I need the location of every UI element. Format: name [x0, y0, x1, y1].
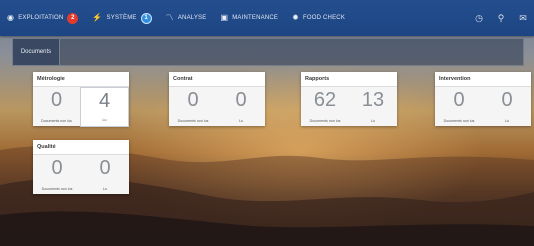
nav-exploitation[interactable]: ◉ EXPLOITATION 2	[0, 0, 85, 36]
card-contrat[interactable]: Contrat 0 Documents non lus 0 Lu	[169, 72, 265, 126]
card-title: Métrologie	[33, 72, 129, 87]
monitor-icon: ▣	[220, 13, 229, 22]
read-count: 13	[361, 89, 385, 111]
read-count: 0	[99, 157, 111, 179]
navbar-right-actions: ◷ ⚲ ✉	[468, 0, 534, 36]
read-label: Lu	[103, 187, 107, 191]
read-label: Lu	[505, 119, 509, 123]
card-metrologie[interactable]: Métrologie 0 Documents non lus 4 Lu	[33, 72, 129, 127]
nav-maintenance-label: MAINTENANCE	[232, 15, 279, 21]
unread-label: Documents non lus	[443, 119, 475, 123]
nav-systeme-label: SYSTÈME	[106, 15, 137, 21]
read-count-cell[interactable]: 0 Lu	[217, 87, 265, 127]
gear-icon: ✹	[292, 13, 300, 22]
nav-systeme[interactable]: ⚡ SYSTÈME 1	[85, 0, 158, 36]
tab-documents[interactable]: Documents	[13, 39, 60, 65]
top-navbar: ◉ EXPLOITATION 2 ⚡ SYSTÈME 1 〽 ANALYSE ▣…	[0, 0, 534, 36]
documents-toolbar: Documents	[12, 38, 524, 66]
unread-label: Documents non lus	[177, 119, 209, 123]
read-count: 4	[98, 90, 111, 112]
nav-maintenance[interactable]: ▣ MAINTENANCE	[213, 0, 285, 36]
clock-icon[interactable]: ◷	[468, 13, 490, 24]
card-qualite[interactable]: Qualité 0 Documents non lus 0 Lu	[33, 140, 129, 194]
card-title: Contrat	[169, 72, 265, 87]
unread-label: Documents non lus	[309, 119, 341, 123]
card-title: Rapports	[301, 72, 397, 87]
unread-count: 62	[313, 89, 337, 111]
unread-count-cell[interactable]: 0 Documents non lus	[169, 87, 217, 127]
nav-food-check-label: FOOD CHECK	[303, 15, 346, 21]
nav-analyse[interactable]: 〽 ANALYSE	[159, 0, 214, 36]
card-rapports[interactable]: Rapports 62 Documents non lus 13 Lu	[301, 72, 397, 126]
user-icon[interactable]: ⚲	[490, 13, 512, 24]
unread-label: Documents non lus	[41, 187, 73, 191]
unread-count-cell[interactable]: 0 Documents non lus	[435, 87, 483, 127]
read-count: 0	[501, 89, 513, 111]
unread-count: 0	[453, 89, 465, 111]
read-count-cell[interactable]: 0 Lu	[81, 155, 129, 195]
card-title: Intervention	[435, 72, 531, 87]
unread-count-cell[interactable]: 62 Documents non lus	[301, 87, 349, 127]
unread-count-cell[interactable]: 0 Documents non lus	[33, 87, 80, 127]
nav-exploitation-label: EXPLOITATION	[18, 15, 64, 21]
eye-icon: ◉	[7, 13, 15, 22]
read-label: Lu	[239, 119, 243, 123]
read-count-cell[interactable]: 4 Lu	[80, 87, 129, 127]
line-chart-icon: 〽	[165, 13, 174, 22]
systeme-badge: 1	[140, 12, 152, 24]
unread-count: 0	[187, 89, 199, 111]
card-title: Qualité	[33, 140, 129, 155]
read-count: 0	[235, 89, 247, 111]
nav-food-check[interactable]: ✹ FOOD CHECK	[285, 0, 352, 36]
unread-count: 0	[50, 89, 63, 111]
nav-analyse-label: ANALYSE	[177, 15, 207, 21]
read-label: Lu	[371, 119, 375, 123]
read-label: Lu	[102, 118, 107, 122]
read-count-cell[interactable]: 0 Lu	[483, 87, 531, 127]
exploitation-badge: 2	[67, 12, 79, 24]
bolt-icon: ⚡	[92, 13, 103, 22]
mail-icon[interactable]: ✉	[512, 13, 534, 24]
unread-label: Documents non lus	[41, 119, 72, 123]
card-intervention[interactable]: Intervention 0 Documents non lus 0 Lu	[435, 72, 531, 126]
read-count-cell[interactable]: 13 Lu	[349, 87, 397, 127]
unread-count: 0	[51, 157, 63, 179]
unread-count-cell[interactable]: 0 Documents non lus	[33, 155, 81, 195]
